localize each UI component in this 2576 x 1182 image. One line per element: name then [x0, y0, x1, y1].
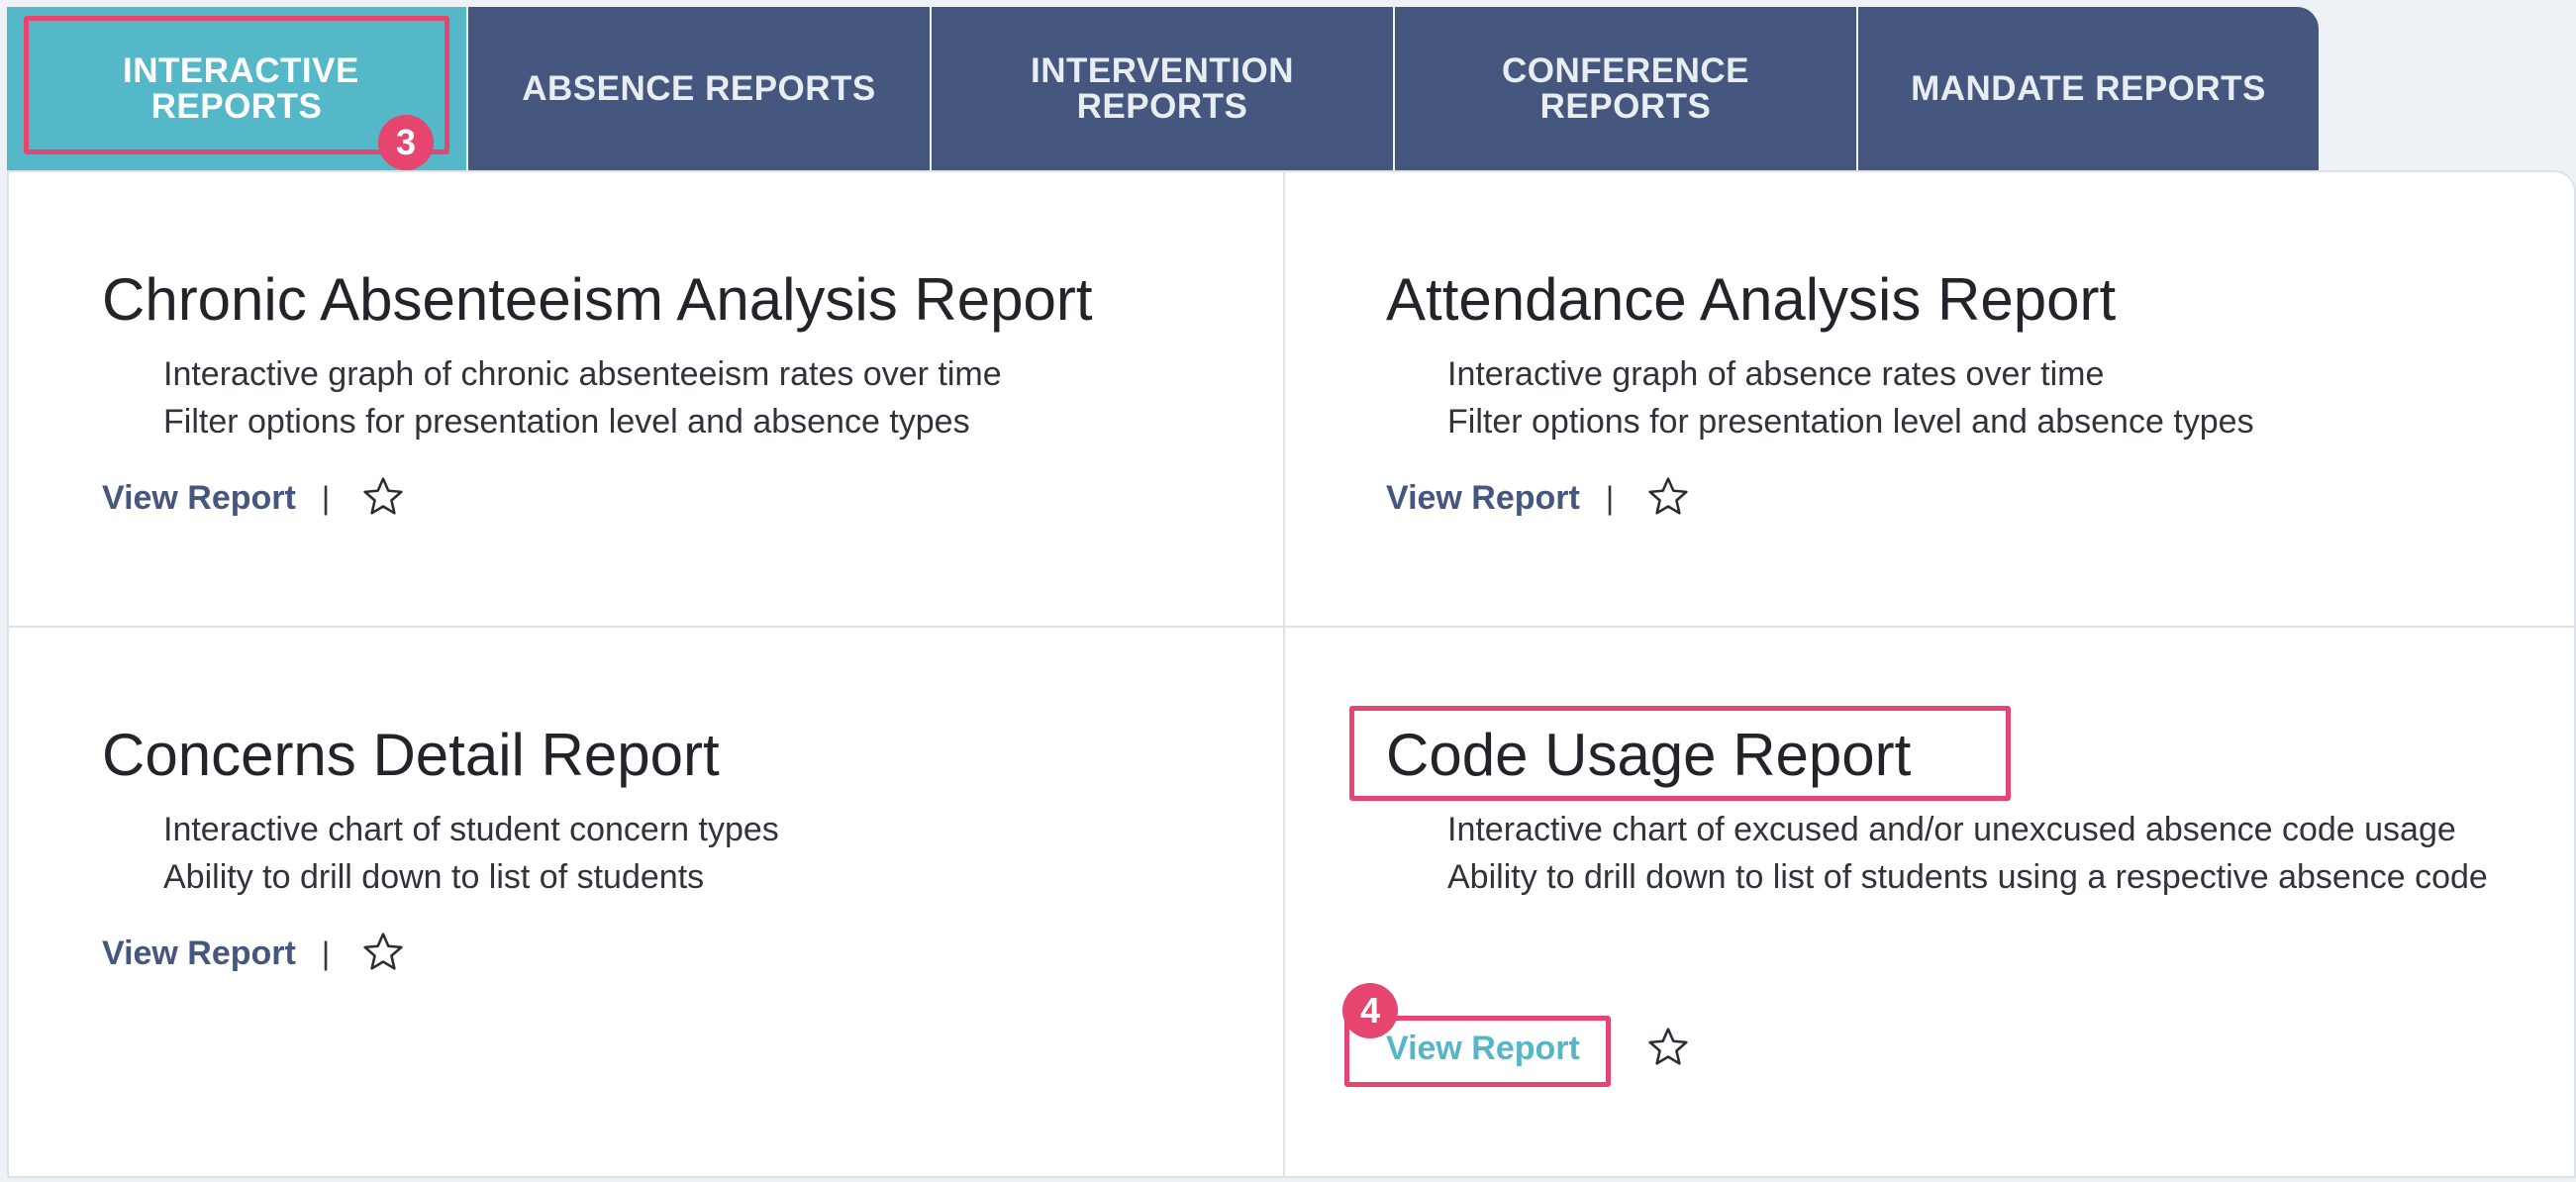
tab-label: ABSENCE REPORTS	[522, 68, 876, 108]
link-separator: |	[321, 936, 331, 971]
description-line: Interactive graph of chronic absenteeism…	[163, 355, 1002, 393]
column-divider	[1283, 170, 1285, 1178]
favorite-star-icon[interactable]	[361, 931, 405, 974]
report-actions: View Report |	[102, 935, 330, 973]
description-line: Interactive chart of student concern typ…	[163, 811, 779, 848]
link-separator: |	[1605, 480, 1615, 516]
view-report-link[interactable]: View Report	[102, 479, 296, 518]
report-title: Attendance Analysis Report	[1386, 266, 2117, 333]
favorite-star-icon[interactable]	[1646, 1026, 1690, 1069]
tab-label: INTERVENTION REPORTS	[1031, 50, 1294, 126]
description-line: Interactive chart of excused and/or unex…	[1447, 811, 2456, 848]
step-badge-4: 4	[1342, 983, 1398, 1038]
report-card-attendance-analysis: Attendance Analysis Report Interactive g…	[1386, 265, 2525, 582]
link-separator: |	[321, 480, 331, 516]
report-card-chronic-absenteeism: Chronic Absenteeism Analysis Report Inte…	[102, 265, 1240, 582]
favorite-star-icon[interactable]	[361, 475, 405, 519]
step-badge-3: 3	[378, 115, 434, 170]
tab-conference-reports[interactable]: CONFERENCE REPORTS	[1395, 7, 1858, 170]
description-line: Interactive graph of absence rates over …	[1447, 355, 2105, 393]
row-divider	[7, 626, 2576, 628]
tab-mandate-reports[interactable]: MANDATE REPORTS	[1858, 7, 2319, 170]
view-report-link[interactable]: View Report	[102, 935, 296, 973]
description-line: Ability to drill down to list of student…	[1447, 858, 2488, 896]
report-title: Chronic Absenteeism Analysis Report	[102, 266, 1093, 333]
description-line: Ability to drill down to list of student…	[163, 858, 705, 896]
description-line: Filter options for presentation level an…	[163, 403, 970, 441]
description-line: Filter options for presentation level an…	[1447, 403, 2254, 441]
view-report-link[interactable]: View Report	[1386, 479, 1580, 518]
report-actions: View Report |	[102, 479, 330, 518]
report-title: Concerns Detail Report	[102, 722, 720, 788]
report-actions: View Report |	[1386, 479, 1614, 518]
tab-absence-reports[interactable]: ABSENCE REPORTS	[468, 7, 932, 170]
tab-label: CONFERENCE REPORTS	[1501, 50, 1750, 126]
favorite-star-icon[interactable]	[1646, 475, 1690, 519]
report-description: Interactive chart of excused and/or unex…	[1447, 806, 2497, 901]
tab-label: MANDATE REPORTS	[1911, 68, 2266, 108]
report-description: Interactive chart of student concern typ…	[163, 806, 779, 901]
tab-intervention-reports[interactable]: INTERVENTION REPORTS	[932, 7, 1395, 170]
report-description: Interactive graph of absence rates over …	[1447, 350, 2254, 445]
report-description: Interactive graph of chronic absenteeism…	[163, 350, 1002, 445]
highlight-box-title	[1349, 706, 2011, 801]
report-card-concerns-detail: Concerns Detail Report Interactive chart…	[102, 721, 1240, 1037]
